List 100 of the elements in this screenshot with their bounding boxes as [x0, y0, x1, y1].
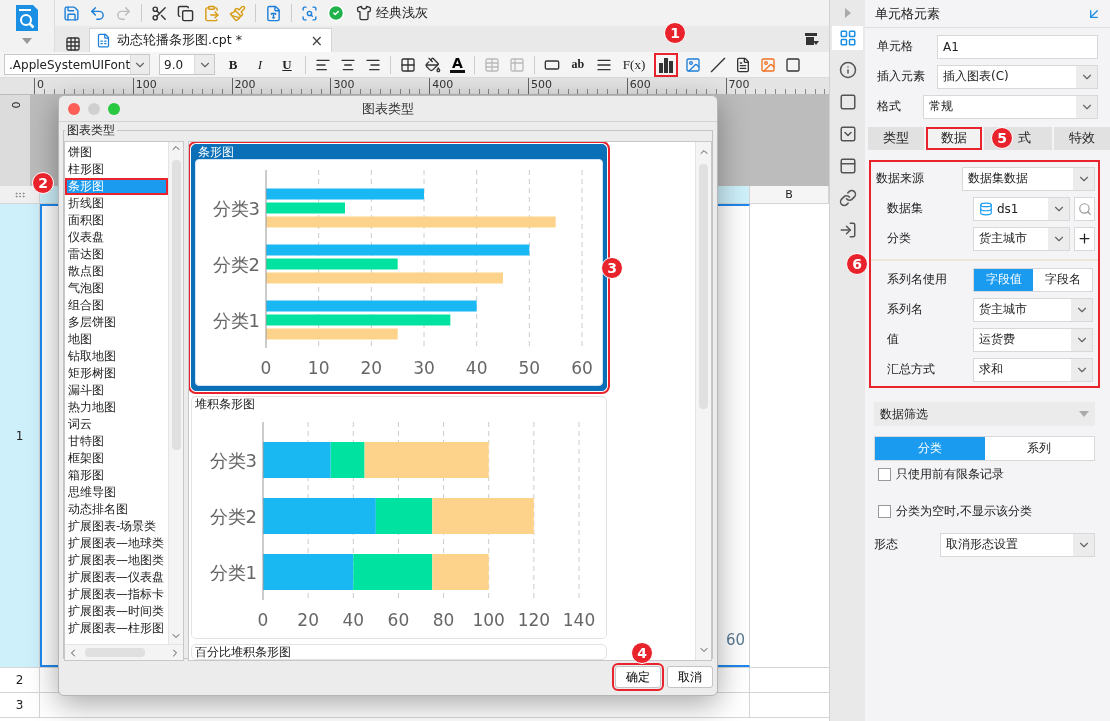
tab[interactable]: 类型	[868, 127, 924, 150]
ruler-label: 100	[132, 78, 232, 94]
expand-icon[interactable]	[844, 8, 851, 18]
checkbox[interactable]	[878, 505, 891, 518]
list-item[interactable]: 饼图	[65, 144, 168, 161]
logo-icon[interactable]	[14, 4, 40, 32]
list-item[interactable]: 多层饼图	[65, 314, 168, 331]
close-button[interactable]: ×	[308, 31, 325, 50]
zoom-light-icon[interactable]	[108, 102, 120, 115]
select-field[interactable]: 货主城市	[973, 226, 1070, 251]
caret-icon	[1079, 411, 1089, 417]
axis-label: 140	[562, 610, 596, 630]
select-field[interactable]: 数据集数据	[962, 166, 1095, 191]
list-item[interactable]: 矩形树图	[65, 365, 168, 382]
theme-button[interactable]: 经典浅灰	[354, 4, 430, 22]
row-header[interactable]: 1	[0, 204, 40, 667]
list-item[interactable]: 扩展图表—地球类	[65, 535, 168, 552]
grid-icon	[838, 29, 857, 47]
image-icon[interactable]	[685, 56, 702, 73]
document-icon[interactable]	[735, 56, 752, 73]
select-field[interactable]: 运货费	[973, 327, 1093, 352]
tab[interactable]: 数据	[926, 127, 982, 150]
list-item[interactable]: 散点图	[65, 263, 168, 280]
copy-icon[interactable]	[177, 4, 194, 22]
merge-cells-icon[interactable]	[483, 56, 500, 73]
font-select[interactable]: .AppleSystemUIFont	[4, 54, 150, 75]
select-field[interactable]: 取消形态设置	[940, 532, 1095, 557]
list-item[interactable]: 热力地图	[65, 399, 168, 416]
checkbox[interactable]	[878, 468, 891, 481]
select-field[interactable]: ds1	[973, 196, 1070, 221]
size-select[interactable]: 9.0	[159, 54, 215, 75]
list-item[interactable]: 地图	[65, 331, 168, 348]
column-header: B	[750, 186, 829, 203]
list-item[interactable]: 扩展图表—地图类	[65, 552, 168, 569]
grid-plus-icon[interactable]	[65, 36, 81, 52]
chart-preview-card[interactable]: 百分比堆积条形图	[191, 644, 607, 660]
chart-preview-card[interactable]: 堆积条形图 分类3 分类2 分类1 0 20 40 60 80 100 120 140	[191, 396, 607, 639]
list-item[interactable]: 思维导图	[65, 484, 168, 501]
picture-icon[interactable]	[760, 56, 777, 73]
border-icon[interactable]	[400, 56, 416, 73]
check-icon[interactable]	[327, 4, 345, 22]
select-field[interactable]: 常规	[923, 94, 1098, 119]
chart-preview-card[interactable]: 条形图 分类3 分类2 分类1 0 10 20 30 40 50 60	[191, 144, 607, 391]
import-icon	[838, 221, 857, 239]
list-item[interactable]: 气泡图	[65, 280, 168, 297]
italic-button[interactable]: I	[251, 53, 269, 76]
bar	[432, 554, 489, 590]
list-item[interactable]: 折线图	[65, 195, 168, 212]
paste-icon[interactable]	[203, 4, 220, 22]
formula-button[interactable]: F(x)	[620, 53, 648, 76]
list-item[interactable]: 面积图	[65, 212, 168, 229]
cancel-button[interactable]: 取消	[667, 666, 713, 688]
select-field[interactable]: 求和	[973, 357, 1093, 382]
save-icon[interactable]	[63, 4, 80, 22]
file-tab[interactable]: 动态轮播条形图.cpt * ×	[89, 28, 332, 52]
select-field[interactable]: 货主城市	[973, 297, 1093, 322]
underline-button[interactable]: U	[278, 53, 296, 76]
list-item[interactable]: 漏斗图	[65, 382, 168, 399]
split-cells-icon[interactable]	[508, 56, 525, 73]
list-item[interactable]: 组合图	[65, 297, 168, 314]
brush-icon[interactable]	[229, 4, 246, 22]
frame-icon[interactable]	[785, 56, 802, 73]
list-item[interactable]: 箱形图	[65, 467, 168, 484]
cut-icon[interactable]	[151, 4, 168, 22]
close-light-icon[interactable]	[68, 102, 80, 115]
ruler-label: 0	[9, 101, 21, 109]
tab[interactable]: 特效	[1054, 127, 1110, 150]
text-search-icon[interactable]	[265, 4, 282, 22]
font-color-button[interactable]: A	[450, 56, 465, 73]
select-field[interactable]: 插入图表(C)	[937, 64, 1098, 89]
list-item[interactable]: 柱形图	[65, 161, 168, 178]
list-item[interactable]: 框架图	[65, 450, 168, 467]
dropdown-menu-icon[interactable]	[805, 33, 819, 45]
undo-icon[interactable]	[89, 4, 106, 22]
section-header[interactable]: 数据筛选	[874, 402, 1095, 426]
list-item[interactable]: 甘特图	[65, 433, 168, 450]
wrap-text-button[interactable]: ab	[568, 53, 587, 76]
list-item[interactable]: 扩展图表-场景类	[65, 518, 168, 535]
list-item[interactable]: 仪表盘	[65, 229, 168, 246]
list-item[interactable]: 扩展图表—柱形图	[65, 620, 168, 637]
list-item[interactable]: 扩展图表—仪表盘	[65, 569, 168, 586]
list-item[interactable]: 雷达图	[65, 246, 168, 263]
bold-button[interactable]: B	[224, 53, 242, 76]
preview-icon[interactable]	[301, 4, 318, 22]
checkbox-label: 分类为空时,不显示该分类	[896, 503, 1032, 520]
fill-bucket-icon[interactable]	[425, 56, 441, 73]
slash-icon[interactable]	[710, 56, 727, 73]
field-label: 数据集	[887, 200, 924, 217]
list-item[interactable]: 钻取地图	[65, 348, 168, 365]
confirm-button[interactable]: 确定	[615, 666, 661, 688]
list-item[interactable]: 词云	[65, 416, 168, 433]
chart-tool[interactable]	[656, 54, 677, 75]
panel-tab[interactable]	[832, 26, 863, 50]
list-item[interactable]: 扩展图表—时间类	[65, 603, 168, 620]
list-item[interactable]: 动态排名图	[65, 501, 168, 518]
input-field[interactable]: A1	[937, 34, 1098, 59]
add-button[interactable]	[1074, 226, 1095, 251]
search-button[interactable]	[1074, 196, 1095, 221]
list-item[interactable]: 扩展图表—指标卡	[65, 586, 168, 603]
caret-icon[interactable]	[22, 38, 32, 44]
